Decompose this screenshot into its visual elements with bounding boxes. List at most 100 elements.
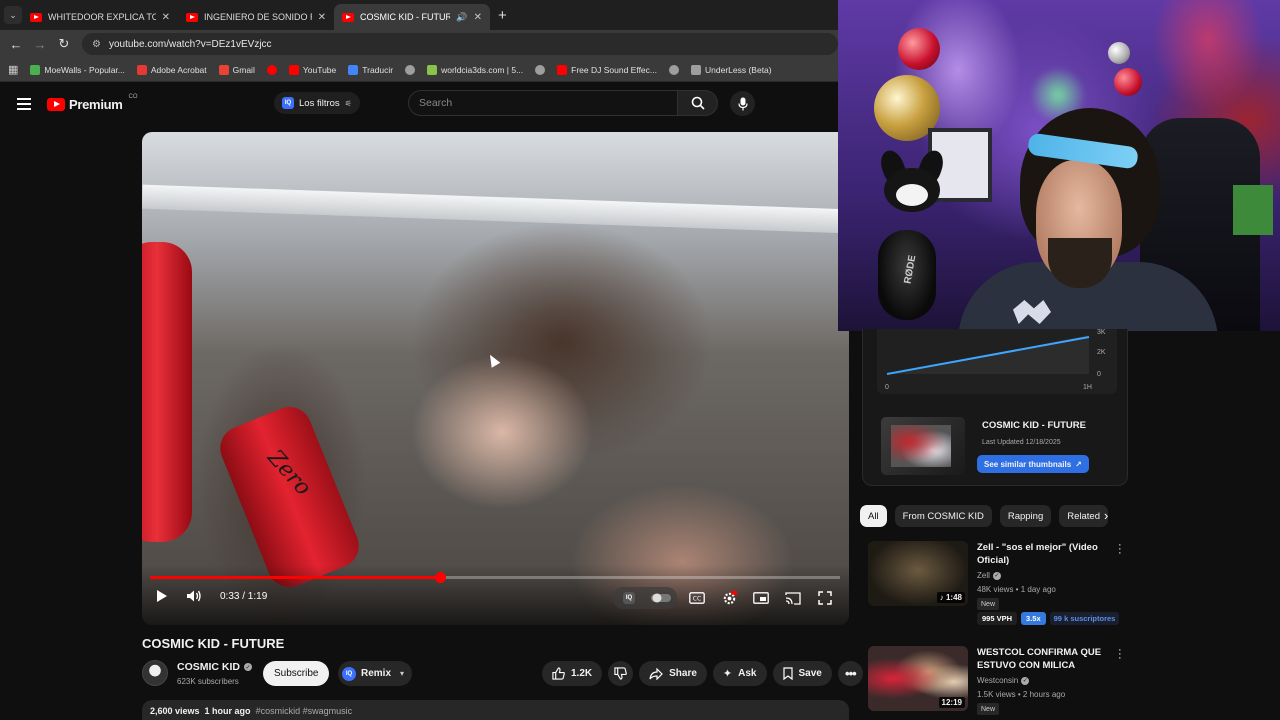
bookmark-item[interactable] bbox=[266, 64, 277, 75]
tab-title: WHITEDOOR EXPLICA TODO: S bbox=[48, 12, 156, 22]
bookmark-item[interactable]: Traducir bbox=[348, 64, 393, 75]
apps-grid-icon[interactable]: ▦ bbox=[8, 63, 18, 76]
channel-avatar[interactable] bbox=[142, 660, 168, 686]
close-tab-icon[interactable]: ✕ bbox=[318, 12, 326, 23]
more-vertical-icon[interactable]: · · · bbox=[1118, 540, 1122, 559]
filters-button[interactable]: IQ Los filtros ⚟ bbox=[274, 92, 360, 114]
vph-badge: 995 VPH bbox=[977, 612, 1018, 625]
like-button[interactable]: 1.2K bbox=[542, 661, 603, 686]
chevron-right-icon[interactable]: › bbox=[1104, 508, 1108, 523]
cast-icon[interactable] bbox=[781, 588, 805, 608]
chip-related[interactable]: Related bbox=[1059, 505, 1108, 527]
remix-button[interactable]: IQ Remix ▾ bbox=[338, 661, 413, 686]
progress-fill bbox=[150, 576, 440, 579]
recommendation-item[interactable]: ♪ 1:48 Zell - "sos el mejor" (Video Ofic… bbox=[860, 540, 1130, 629]
video-player[interactable]: Zero 0:33 / 1:19 IQ CC bbox=[142, 132, 849, 625]
bookmark-icon bbox=[782, 667, 793, 680]
progress-bar[interactable] bbox=[150, 572, 840, 583]
channel-name[interactable]: COSMIC KID bbox=[177, 661, 240, 673]
verified-check-icon: ✓ bbox=[992, 571, 1001, 580]
bookmark-item[interactable] bbox=[535, 64, 546, 75]
multiplier-badge: 3.5x bbox=[1021, 612, 1046, 625]
more-vertical-icon[interactable]: · · · bbox=[1118, 645, 1122, 664]
logo-text: Premium bbox=[69, 96, 123, 112]
search-box bbox=[408, 90, 718, 116]
rec-duration: 12:19 bbox=[938, 697, 965, 708]
ask-button[interactable]: ✦ Ask bbox=[712, 661, 767, 686]
dislike-button[interactable] bbox=[608, 661, 634, 686]
browser-tab-3-active[interactable]: COSMIC KID - FUTURE - Yo 🔊 ✕ bbox=[334, 4, 490, 30]
autoplay-toggle[interactable] bbox=[649, 588, 673, 608]
bookmark-favicon-icon bbox=[348, 64, 359, 75]
youtube-premium-logo[interactable]: Premium CO bbox=[47, 94, 138, 112]
hashtags[interactable]: #cosmickid #swagmusic bbox=[256, 706, 353, 720]
bookmark-favicon-icon bbox=[557, 64, 568, 75]
settings-gear-icon[interactable] bbox=[717, 588, 741, 608]
filters-label: Los filtros bbox=[299, 97, 340, 109]
recommendation-item[interactable]: 12:19 WESTCOL CONFIRMA QUE ESTUVO CON MI… bbox=[860, 645, 1130, 720]
volume-icon[interactable] bbox=[186, 589, 202, 603]
right-controls: IQ CC bbox=[613, 587, 837, 609]
progress-scrubber[interactable] bbox=[434, 572, 446, 583]
bookmark-favicon-icon bbox=[405, 64, 416, 75]
close-tab-icon[interactable]: ✕ bbox=[162, 12, 170, 23]
similar-thumbnails-label: See similar thumbnails bbox=[984, 459, 1072, 469]
stats-thumbnail[interactable] bbox=[881, 417, 965, 475]
bookmark-item[interactable]: YouTube bbox=[288, 64, 336, 75]
captions-icon[interactable]: CC bbox=[685, 588, 709, 608]
views-stats-card: 3K 2K 0 0 1H COSMIC KID - FUTURE Last Up… bbox=[862, 329, 1128, 486]
url-field[interactable]: ⚙ youtube.com/watch?v=DEz1vEVzjcc bbox=[82, 33, 838, 55]
bookmark-item[interactable]: Gmail bbox=[218, 64, 255, 75]
bookmark-item[interactable]: UnderLess (Beta) bbox=[691, 64, 772, 75]
rec-title[interactable]: Zell - "sos el mejor" (Video Oficial) bbox=[977, 541, 1107, 567]
bookmark-favicon-icon bbox=[288, 64, 299, 75]
bookmark-item[interactable]: MoeWalls - Popular... bbox=[30, 64, 125, 75]
voice-search-button[interactable] bbox=[730, 91, 755, 116]
rec-thumbnail[interactable]: 12:19 bbox=[868, 646, 968, 711]
new-tab-button[interactable]: + bbox=[498, 7, 507, 24]
music-note-icon: ♪ bbox=[939, 593, 944, 602]
reload-icon[interactable]: ↻ bbox=[52, 36, 76, 52]
fullscreen-icon[interactable] bbox=[813, 588, 837, 608]
bookmark-favicon-icon bbox=[266, 64, 277, 75]
bookmark-item[interactable]: Free DJ Sound Effec... bbox=[557, 64, 657, 75]
subscribe-button[interactable]: Subscribe bbox=[263, 661, 330, 686]
back-arrow-icon[interactable]: ← bbox=[4, 37, 28, 52]
miniplayer-icon[interactable] bbox=[749, 588, 773, 608]
rec-channel-row[interactable]: Zell ✓ bbox=[977, 571, 1001, 580]
menu-icon[interactable] bbox=[17, 98, 31, 110]
channel-name-row[interactable]: COSMIC KID ✓ bbox=[177, 661, 252, 673]
speaker-icon[interactable]: 🔊 bbox=[456, 12, 467, 23]
youtube-favicon-icon bbox=[186, 12, 198, 22]
similar-thumbnails-button[interactable]: See similar thumbnails ↗ bbox=[977, 455, 1089, 473]
save-button[interactable]: Save bbox=[772, 661, 832, 686]
tab-search-button[interactable]: ⌄ bbox=[4, 6, 22, 24]
play-icon[interactable] bbox=[156, 589, 168, 603]
search-input[interactable] bbox=[408, 90, 678, 116]
forward-arrow-icon[interactable]: → bbox=[28, 37, 52, 52]
browser-tab-2[interactable]: INGENIERO DE SONIDO REACC ✕ bbox=[178, 4, 334, 30]
chevron-down-icon[interactable]: ▾ bbox=[400, 669, 404, 678]
chip-all[interactable]: All bbox=[860, 505, 887, 527]
share-button[interactable]: Share bbox=[639, 661, 707, 686]
bookmark-item[interactable] bbox=[405, 64, 416, 75]
close-tab-icon[interactable]: ✕ bbox=[474, 12, 482, 23]
search-button[interactable] bbox=[678, 90, 718, 116]
site-info-icon[interactable]: ⚙ bbox=[92, 39, 101, 50]
rec-title[interactable]: WESTCOL CONFIRMA QUE ESTUVO CON MILICA bbox=[977, 646, 1107, 672]
plush-toy bbox=[876, 147, 948, 240]
video-title: COSMIC KID - FUTURE bbox=[142, 636, 285, 651]
iq-extension-icon[interactable]: IQ bbox=[617, 588, 641, 608]
bookmark-item[interactable] bbox=[669, 64, 679, 75]
chip-rapping[interactable]: Rapping bbox=[999, 505, 1052, 527]
browser-tab-1[interactable]: WHITEDOOR EXPLICA TODO: S ✕ bbox=[22, 4, 178, 30]
bookmark-item[interactable]: worldcia3ds.com | 5... bbox=[427, 64, 523, 75]
bookmark-favicon-icon bbox=[669, 64, 679, 75]
description-box[interactable]: 2,600 views 1 hour ago #cosmickid #swagm… bbox=[142, 700, 849, 720]
rec-thumbnail[interactable]: ♪ 1:48 bbox=[868, 541, 968, 606]
bookmark-label: Gmail bbox=[232, 64, 255, 75]
bookmark-item[interactable]: Adobe Acrobat bbox=[136, 64, 207, 75]
chip-from-channel[interactable]: From COSMIC KID bbox=[894, 505, 992, 527]
remix-label: Remix bbox=[361, 668, 392, 679]
rec-channel-row[interactable]: Westconsin ✓ bbox=[977, 676, 1030, 685]
